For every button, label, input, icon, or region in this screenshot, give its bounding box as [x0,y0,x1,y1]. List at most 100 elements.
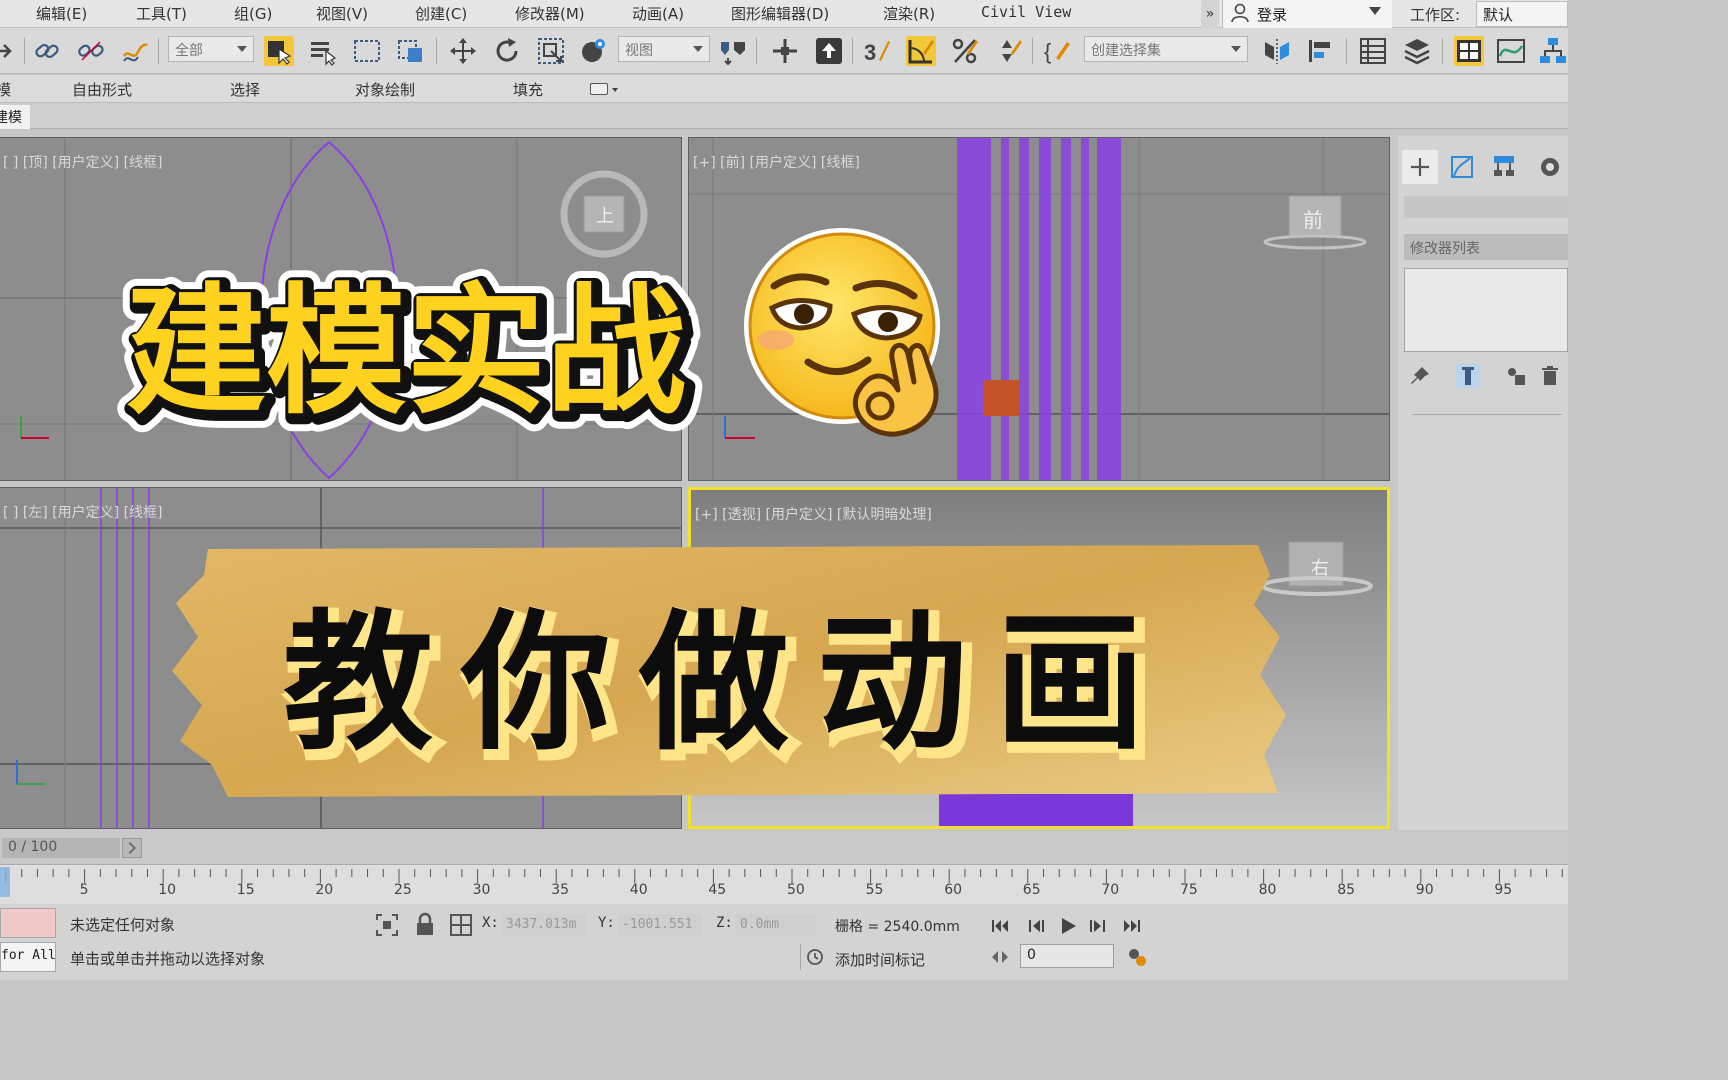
viewport-perspective-label[interactable]: [+] [透视] [用户定义] [默认明暗处理] [695,504,932,524]
select-and-manipulate-button[interactable] [770,36,800,66]
trash-icon [1542,366,1558,385]
viewport-left-label[interactable]: [ ] [左] [用户定义] [线框] [3,502,163,522]
pin-stack-button[interactable] [1408,364,1432,388]
absolute-offset-toggle[interactable] [448,912,474,938]
modify-tab[interactable] [1444,150,1480,184]
maxscript-field[interactable]: for All [0,942,56,972]
schematic-view-button[interactable] [1538,36,1568,66]
ribbon-tab-populate[interactable]: 填充 [513,79,543,100]
menu-graph-editors[interactable]: 图形编辑器(D) [731,3,829,24]
y-coord-field[interactable]: -1001.551 [618,914,702,936]
rotate-icon [496,38,518,62]
keyboard-shortcut-override-button[interactable] [814,36,844,66]
edit-named-selection-button[interactable]: { [1044,36,1074,66]
command-panel: 修改器列表 [1398,136,1568,830]
menu-tools[interactable]: 工具(T) [136,3,187,24]
play-button[interactable] [1056,914,1080,938]
menu-create[interactable]: 创建(C) [415,3,467,24]
select-and-rotate-button[interactable] [492,36,522,66]
menu-group[interactable]: 组(G) [234,3,272,24]
spinner-snap-toggle-button[interactable] [994,36,1024,66]
menu-rendering[interactable]: 渲染(R) [883,3,935,24]
viewcube-top-face[interactable]: 上 [596,202,614,228]
modifier-list-dropdown[interactable]: 修改器列表 [1404,234,1568,260]
menu-views[interactable]: 视图(V) [316,3,368,24]
z-coord-field[interactable]: 0.0mm [736,914,816,936]
remove-modifier-button[interactable] [1538,364,1562,388]
create-tab[interactable] [1402,150,1438,184]
go-to-start-button[interactable] [988,914,1012,938]
show-end-result-button[interactable] [1456,364,1480,388]
maxscript-listener[interactable] [0,908,56,938]
next-frame-button[interactable] [122,838,142,858]
viewcube-right-face[interactable]: 右 [1311,554,1329,580]
select-and-place-button[interactable] [578,36,608,66]
isolate-selection-button[interactable] [374,912,400,938]
toggle-ribbon-button[interactable] [1454,36,1484,66]
ribbon-tab-object-paint[interactable]: 对象绘制 [355,79,415,100]
select-and-link-button[interactable] [32,36,62,66]
object-name-field[interactable] [1404,196,1568,218]
key-mode-toggle[interactable] [990,948,1010,966]
ribbon-subtab-modeling[interactable]: 建模 [0,105,30,129]
selection-filter-select[interactable]: 全部 [168,36,254,62]
align-button[interactable] [1306,36,1336,66]
current-frame-marker[interactable] [0,867,10,897]
menu-overflow-button[interactable]: » [1201,0,1219,28]
motion-tab[interactable] [1528,150,1564,184]
select-and-move-button[interactable] [448,36,478,66]
ribbon-tab-selection[interactable]: 选择 [230,79,260,100]
track-tick-label: 20 [315,882,334,898]
x-coord-label: X: [482,915,499,931]
scene-explorer-button[interactable] [1358,36,1388,66]
viewport-front-label[interactable]: [+] [前] [用户定义] [线框] [693,152,860,172]
hierarchy-tab[interactable] [1486,150,1522,184]
add-time-tag-label[interactable]: 添加时间标记 [835,949,925,970]
angle-snap-toggle-button[interactable] [906,36,936,66]
snaps-toggle-button[interactable]: 3 [862,36,892,66]
previous-frame-button[interactable] [1024,914,1048,938]
ribbon-tab-modeling[interactable]: 模 [0,79,11,100]
window-crossing-button[interactable] [396,36,426,66]
menu-edit[interactable]: 编辑(E) [36,3,87,24]
selection-lock-button[interactable] [412,912,438,938]
x-coord-field[interactable]: 3437.013m [502,914,586,936]
curve-editor-button[interactable] [1496,36,1526,66]
time-tag-button[interactable] [806,948,824,966]
menu-civil-view[interactable]: Civil View [981,3,1071,21]
menu-modifiers[interactable]: 修改器(M) [515,3,585,24]
time-configuration-button[interactable] [1126,946,1148,968]
viewcube-front-face[interactable]: 前 [1303,204,1323,233]
viewport-top-label[interactable]: [ ] [顶] [用户定义] [线框] [3,152,163,172]
make-unique-button[interactable] [1504,364,1528,388]
bind-to-space-warp-button[interactable] [120,36,150,66]
percent-snap-toggle-button[interactable] [950,36,980,66]
mirror-button[interactable] [1262,36,1292,66]
toolbar-separator [852,38,853,64]
go-to-end-button[interactable] [1120,914,1144,938]
rectangular-selection-button[interactable] [352,36,382,66]
track-bar[interactable]: 5 10 15 20 25 30 35 40 45 50 55 60 65 70 75 80 85 90 95 [0,864,1568,904]
modifier-stack[interactable] [1404,268,1568,352]
select-object-button[interactable] [264,36,294,66]
signin-dropdown[interactable]: 登录 [1222,0,1392,28]
time-slider-thumb[interactable]: 0 / 100 [2,838,120,858]
next-frame-playback-button[interactable] [1086,914,1110,938]
time-slider[interactable]: 0 / 100 [0,834,1568,862]
select-by-name-button[interactable] [308,36,338,66]
thumbnail-banner: 教你做动画 教你做动画 [168,545,1293,797]
ribbon-options-icon[interactable] [590,83,608,95]
workspace-select[interactable]: 默认 [1476,1,1568,27]
status-bar: for All 未选定任何对象 单击或单击并拖动以选择对象 X: 3437.01… [0,904,1568,980]
pivot-center-button[interactable] [718,36,748,66]
named-selection-select[interactable]: 创建选择集 [1084,36,1248,62]
layer-explorer-button[interactable] [1402,36,1432,66]
dashed-rectangle-icon [354,40,380,62]
select-and-scale-button[interactable] [536,36,566,66]
undo-button[interactable] [0,36,20,66]
unlink-selection-button[interactable] [76,36,106,66]
reference-coord-select[interactable]: 视图 [618,36,710,62]
menu-animation[interactable]: 动画(A) [632,3,684,24]
current-frame-spinner[interactable]: 0 [1020,944,1114,968]
ribbon-tab-freeform[interactable]: 自由形式 [72,79,132,100]
